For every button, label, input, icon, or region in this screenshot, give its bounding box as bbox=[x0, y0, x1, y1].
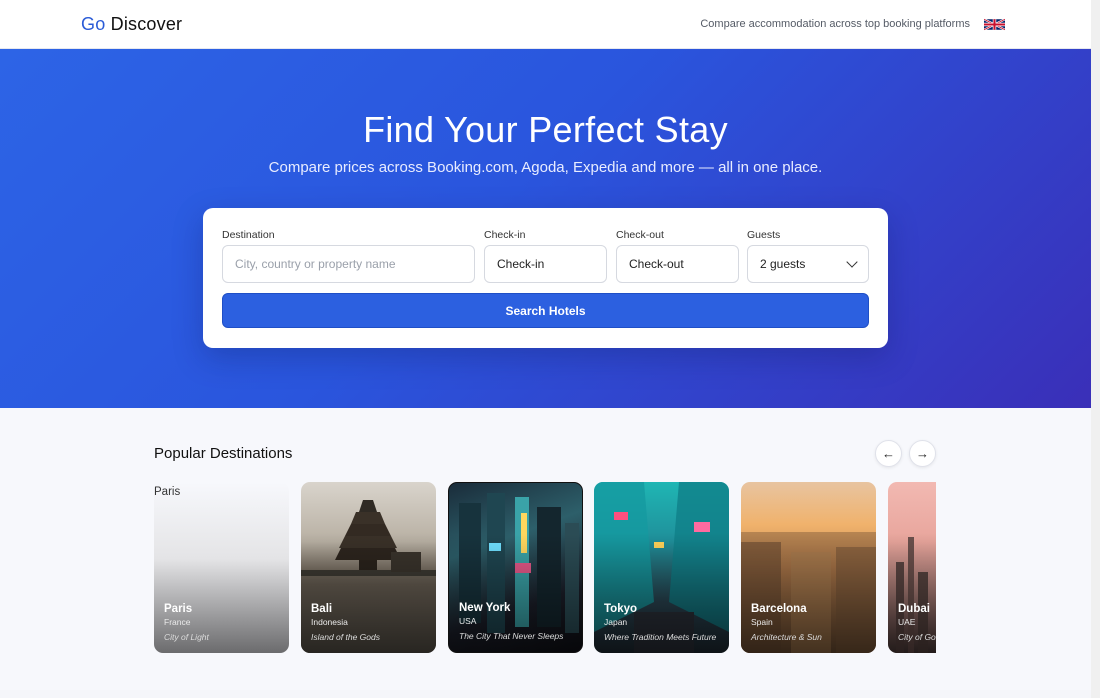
checkin-label: Check-in bbox=[484, 229, 526, 241]
checkout-value: Check-out bbox=[629, 257, 684, 271]
card-country: Indonesia bbox=[311, 616, 348, 627]
arrow-left-icon: ← bbox=[882, 446, 895, 461]
card-country: USA bbox=[459, 615, 477, 626]
search-hotels-button[interactable]: Search Hotels bbox=[222, 293, 869, 328]
card-info: Tokyo Japan Where Tradition Meets Future bbox=[604, 603, 721, 643]
card-info: Paris France City of Light bbox=[164, 603, 281, 643]
card-name: Paris bbox=[164, 602, 193, 615]
hero-section: Find Your Perfect Stay Compare prices ac… bbox=[0, 49, 1091, 408]
top-bar: Go Discover Compare accommodation across… bbox=[0, 0, 1091, 49]
image-alt-text: Paris bbox=[154, 486, 181, 498]
search-card: Destination City, country or property na… bbox=[203, 208, 888, 348]
card-motto: Where Tradition Meets Future bbox=[604, 631, 717, 642]
logo-discover: Discover bbox=[110, 14, 183, 34]
tagline: Compare accommodation across top booking… bbox=[700, 18, 970, 30]
destinations-carousel: Paris Paris France City of Light Bali In… bbox=[154, 482, 936, 654]
destination-card[interactable]: Barcelona Spain Architecture & Sun bbox=[741, 482, 876, 653]
card-name: Barcelona bbox=[751, 602, 807, 615]
card-motto: City of Gold bbox=[898, 631, 936, 642]
logo[interactable]: Go Discover bbox=[81, 14, 182, 35]
arrow-right-icon: → bbox=[916, 446, 929, 461]
card-info: New York USA The City That Never Sleeps bbox=[459, 602, 574, 642]
destination-placeholder: City, country or property name bbox=[235, 257, 396, 271]
destination-card[interactable]: Bali Indonesia Island of the Gods bbox=[301, 482, 436, 653]
destination-input[interactable]: City, country or property name bbox=[222, 245, 475, 283]
card-info: Dubai UAE City of Gold bbox=[898, 603, 936, 643]
card-country: France bbox=[164, 616, 191, 627]
popular-destinations-section: Popular Destinations ← → Paris Paris Fra… bbox=[0, 408, 1091, 690]
checkin-input[interactable]: Check-in bbox=[484, 245, 607, 283]
card-name: Dubai bbox=[898, 602, 930, 615]
card-country: Spain bbox=[751, 616, 773, 627]
chevron-down-icon bbox=[846, 256, 858, 268]
guests-label: Guests bbox=[747, 229, 781, 241]
prev-arrow-button[interactable]: ← bbox=[875, 440, 902, 467]
card-name: New York bbox=[459, 601, 511, 614]
next-arrow-button[interactable]: → bbox=[909, 440, 936, 467]
guests-value: 2 guests bbox=[760, 257, 806, 271]
card-name: Tokyo bbox=[604, 602, 638, 615]
card-info: Barcelona Spain Architecture & Sun bbox=[751, 603, 868, 643]
uk-flag-icon[interactable] bbox=[984, 17, 1005, 32]
card-motto: The City That Never Sleeps bbox=[459, 630, 564, 641]
card-country: UAE bbox=[898, 616, 916, 627]
logo-go: Go bbox=[81, 14, 106, 34]
card-name: Bali bbox=[311, 602, 333, 615]
card-country: Japan bbox=[604, 616, 628, 627]
destination-card[interactable]: Paris Paris France City of Light bbox=[154, 482, 289, 653]
card-info: Bali Indonesia Island of the Gods bbox=[311, 603, 428, 643]
card-motto: Architecture & Sun bbox=[751, 631, 822, 642]
guests-select[interactable]: 2 guests bbox=[747, 245, 869, 283]
section-title: Popular Destinations bbox=[154, 445, 293, 462]
hero-subtitle: Compare prices across Booking.com, Agoda… bbox=[268, 159, 823, 176]
card-motto: City of Light bbox=[164, 631, 209, 642]
destination-card[interactable]: Tokyo Japan Where Tradition Meets Future bbox=[594, 482, 729, 653]
destination-label: Destination bbox=[222, 229, 275, 241]
destination-card[interactable]: Dubai UAE City of Gold bbox=[888, 482, 936, 653]
hero-title: Find Your Perfect Stay bbox=[363, 109, 728, 150]
checkout-label: Check-out bbox=[616, 229, 664, 241]
page-scrollbar[interactable] bbox=[1091, 0, 1100, 698]
card-motto: Island of the Gods bbox=[311, 631, 380, 642]
checkout-input[interactable]: Check-out bbox=[616, 245, 739, 283]
checkin-value: Check-in bbox=[497, 257, 545, 271]
destination-card[interactable]: New York USA The City That Never Sleeps bbox=[448, 482, 583, 653]
